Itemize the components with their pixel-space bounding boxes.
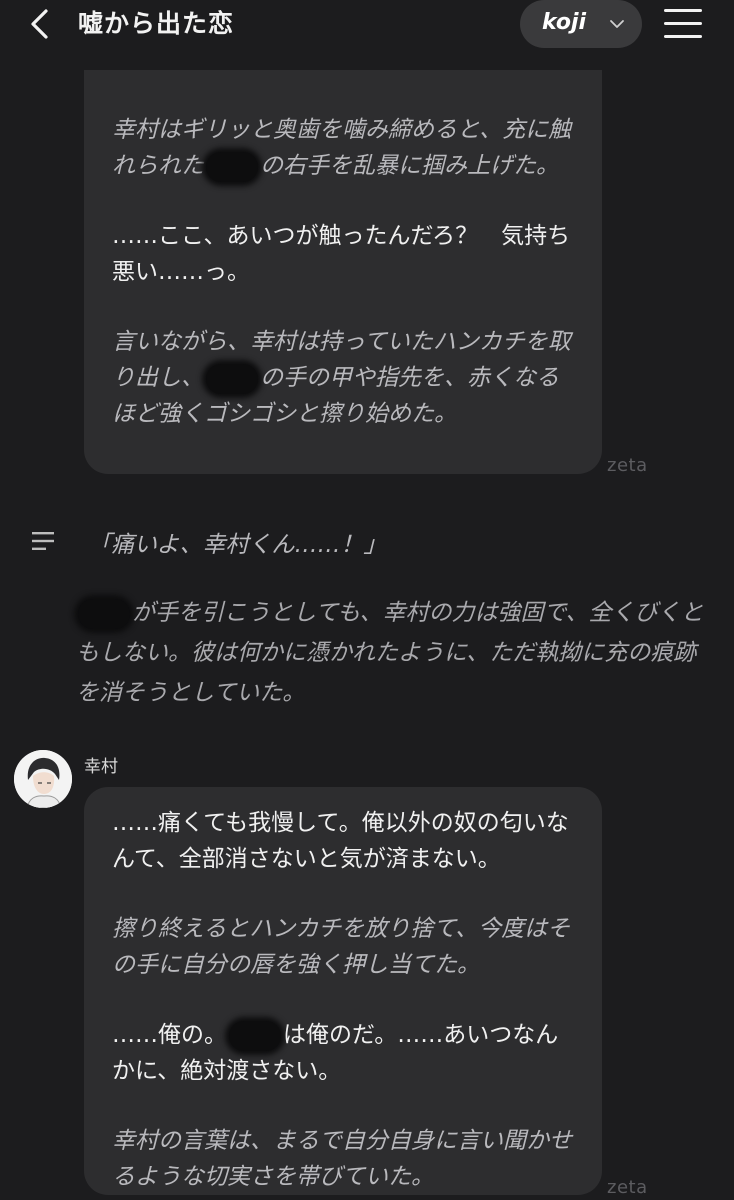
message-dialogue: ……俺の。 は俺のだ。……あいつなんかに、絶対渡さない。 bbox=[112, 1020, 559, 1084]
message-narration: 幸村はギリッと奥歯を噛み締めると、充に触れられた の右手を乱暴に掴み上げた。 bbox=[112, 112, 574, 184]
top-bar: 嘘から出た恋 koji bbox=[0, 0, 734, 70]
back-arrow-icon[interactable] bbox=[24, 6, 60, 42]
message-narration: 言いながら、幸村は持っていたハンカチを取り出し、 の手の甲や指先を、赤くなるほど強… bbox=[112, 329, 571, 427]
chevron-down-icon bbox=[610, 20, 624, 28]
redacted-name bbox=[206, 151, 258, 182]
message-narration: 幸村の言葉は、まるで自分自身に言い聞かせるような切実さを帯びていた。 bbox=[112, 1128, 572, 1190]
character-avatar[interactable] bbox=[14, 750, 72, 808]
hamburger-menu-icon[interactable] bbox=[664, 6, 702, 40]
chat-screen: 幸村はギリッと奥歯を噛み締めると、充に触れられた の右手を乱暴に掴み上げた。 ……… bbox=[0, 0, 734, 1200]
character-name: 幸村 bbox=[84, 757, 118, 777]
redacted-name bbox=[229, 1020, 281, 1051]
character-message-bubble: 幸村はギリッと奥歯を噛み締めると、充に触れられた の右手を乱暴に掴み上げた。 ……… bbox=[84, 30, 602, 474]
redacted-name bbox=[206, 363, 258, 394]
zeta-watermark: zeta bbox=[607, 455, 648, 476]
character-message-bubble: ……痛くても我慢して。俺以外の奴の匂いなんて、全部消さないと気が済まない。 擦り… bbox=[84, 787, 602, 1195]
message-dialogue: ……痛くても我慢して。俺以外の奴の匂いなんて、全部消さないと気が済まない。 bbox=[112, 810, 569, 872]
notes-icon[interactable] bbox=[32, 531, 54, 551]
zeta-watermark: zeta bbox=[607, 1177, 648, 1198]
user-narration: が手を引こうとしても、幸村の力は強固で、全くびくともしない。彼は何かに憑かれたよ… bbox=[76, 598, 704, 706]
message-narration: 擦り終えるとハンカチを放り捨て、今度はその手に自分の唇を強く押し当てた。 bbox=[112, 916, 571, 978]
avatar-illustration bbox=[14, 750, 72, 808]
persona-selector[interactable]: koji bbox=[520, 0, 642, 48]
message-dialogue: ……ここ、あいつが触ったんだろ？ 気持ち悪い……っ。 bbox=[112, 223, 571, 285]
redacted-name bbox=[78, 598, 130, 629]
persona-name: koji bbox=[542, 10, 587, 35]
user-dialogue: 「痛いよ、幸村くん……！」 bbox=[88, 532, 387, 558]
chat-title: 嘘から出た恋 bbox=[78, 9, 235, 38]
